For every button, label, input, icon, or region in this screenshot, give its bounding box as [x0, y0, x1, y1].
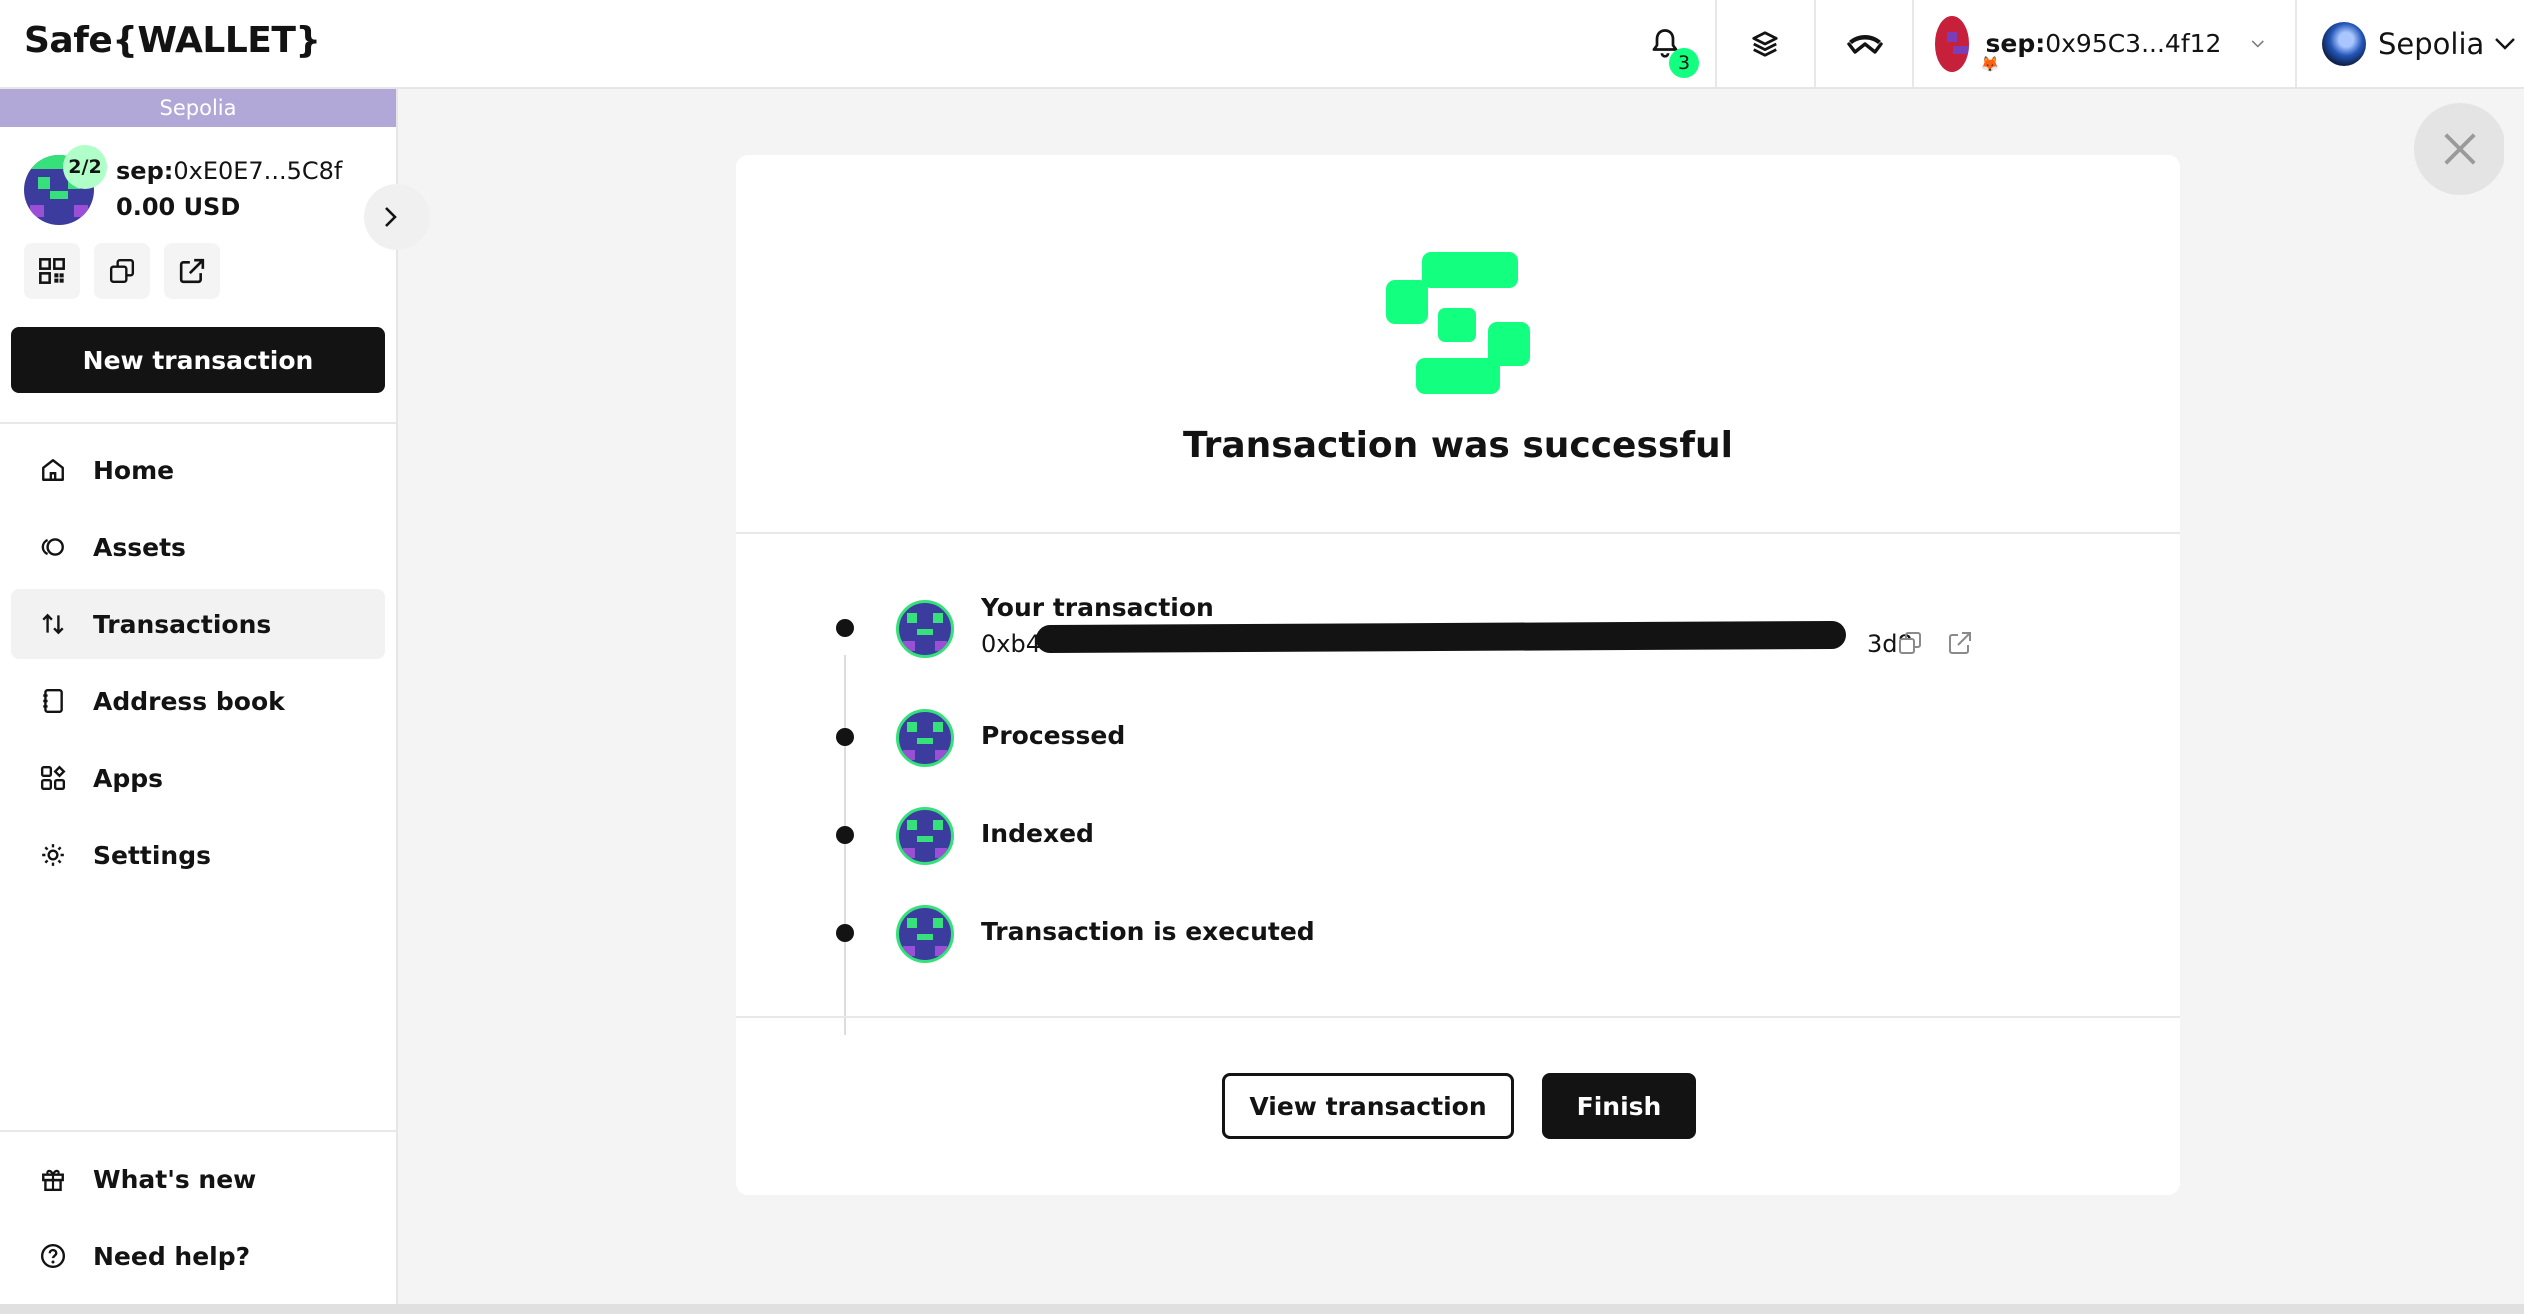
card-divider — [736, 1016, 2180, 1018]
sidebar: Sepolia 2/2 sep:0xE0E7...5C8f 0.00 USD N… — [0, 89, 430, 1304]
sidebar-item-apps[interactable]: Apps — [11, 743, 385, 813]
safe-balance: 0.00 USD — [116, 193, 241, 221]
sidebar-item-label: Need help? — [93, 1241, 251, 1271]
redaction-scribble — [1035, 620, 1847, 654]
safe-wallet-logo[interactable]: Safe{WALLET} — [24, 20, 321, 61]
sidebar-item-transactions[interactable]: Transactions — [11, 589, 385, 659]
transactions-icon — [39, 610, 67, 638]
expand-sidebar-button[interactable] — [364, 184, 430, 250]
hash-actions — [1898, 631, 1972, 655]
help-icon — [39, 1242, 67, 1270]
sidebar-item-whats-new[interactable]: What's new — [11, 1144, 385, 1214]
gift-icon — [39, 1165, 67, 1193]
success-title: Transaction was successful — [1183, 425, 1733, 466]
network-selector[interactable]: Sepolia — [2300, 0, 2524, 87]
metamask-icon: 🦊 — [1978, 52, 2002, 76]
external-link-icon[interactable] — [1948, 631, 1972, 655]
threshold-badge: 2/2 — [63, 145, 107, 189]
top-bar: Safe{WALLET} 3 sep:0x95C3...4f12 🦊 Sepol… — [0, 0, 2524, 89]
safe-logo-icon — [1386, 252, 1530, 394]
open-explorer-button[interactable] — [164, 243, 220, 299]
sidebar-item-label: Apps — [93, 763, 164, 793]
sidebar-item-label: Assets — [93, 532, 186, 562]
sidebar-divider — [0, 422, 396, 424]
header-divider — [2295, 0, 2297, 87]
account-avatar — [1935, 15, 1970, 72]
external-link-icon — [179, 258, 205, 284]
sepolia-network-icon — [2322, 21, 2366, 66]
notification-count-badge: 3 — [1669, 48, 1699, 78]
sidebar-item-address-book[interactable]: Address book — [11, 666, 385, 736]
step-avatar — [896, 709, 954, 767]
account-address: sep:0x95C3...4f12 — [1985, 29, 2222, 58]
home-icon — [39, 456, 67, 484]
header-divider — [1912, 0, 1914, 87]
copy-address-button[interactable] — [94, 243, 150, 299]
walletconnect-button[interactable] — [1830, 0, 1900, 87]
header-divider — [1715, 0, 1717, 87]
step-dot — [836, 619, 854, 637]
network-label: Sepolia — [2378, 26, 2485, 61]
notifications-button[interactable]: 3 — [1635, 0, 1699, 87]
qr-code-icon — [39, 258, 65, 284]
walletconnect-icon — [1847, 34, 1883, 54]
scrollbar[interactable] — [2504, 89, 2524, 1314]
close-button[interactable] — [2414, 103, 2506, 195]
address-book-icon — [39, 687, 67, 715]
batch-transactions-button[interactable] — [1730, 0, 1800, 87]
step-label: Your transaction — [981, 593, 1214, 622]
card-divider — [736, 532, 2180, 534]
network-banner: Sepolia — [0, 89, 396, 127]
sidebar-item-label: Settings — [93, 840, 212, 870]
chevron-down-icon — [2495, 37, 2516, 50]
sidebar-item-home[interactable]: Home — [11, 435, 385, 505]
assets-icon — [39, 533, 67, 561]
close-icon — [2444, 133, 2476, 165]
new-transaction-button[interactable]: New transaction — [11, 327, 385, 393]
sidebar-item-label: Address book — [93, 686, 285, 716]
step-label: Transaction is executed — [981, 917, 1315, 946]
step-dot — [836, 924, 854, 942]
step-label: Indexed — [981, 819, 1094, 848]
step-dot — [836, 826, 854, 844]
sidebar-item-label: Home — [93, 455, 175, 485]
window-bottom-edge — [0, 1304, 2524, 1314]
step-avatar — [896, 807, 954, 865]
copy-icon[interactable] — [1898, 631, 1922, 655]
sidebar-item-assets[interactable]: Assets — [11, 512, 385, 582]
copy-icon — [109, 258, 135, 284]
chevron-right-icon — [385, 207, 397, 227]
settings-icon — [39, 841, 67, 869]
qr-code-button[interactable] — [24, 243, 80, 299]
transaction-success-card: Transaction was successful Your transact… — [736, 155, 2180, 1195]
step-avatar — [896, 600, 954, 658]
step-label: Processed — [981, 721, 1126, 750]
finish-button[interactable]: Finish — [1542, 1073, 1696, 1139]
apps-icon — [39, 764, 67, 792]
chevron-down-icon — [2252, 39, 2265, 48]
sidebar-item-settings[interactable]: Settings — [11, 820, 385, 890]
view-transaction-button[interactable]: View transaction — [1222, 1073, 1514, 1139]
sidebar-item-need-help[interactable]: Need help? — [11, 1221, 385, 1291]
header-divider — [1814, 0, 1816, 87]
sidebar-item-label: Transactions — [93, 609, 272, 639]
timeline-line — [844, 655, 846, 1035]
safe-address: sep:0xE0E7...5C8f — [116, 157, 343, 185]
step-avatar — [896, 905, 954, 963]
step-dot — [836, 728, 854, 746]
sidebar-item-label: What's new — [93, 1164, 257, 1194]
sidebar-divider — [0, 1130, 396, 1132]
layers-icon — [1752, 30, 1778, 57]
